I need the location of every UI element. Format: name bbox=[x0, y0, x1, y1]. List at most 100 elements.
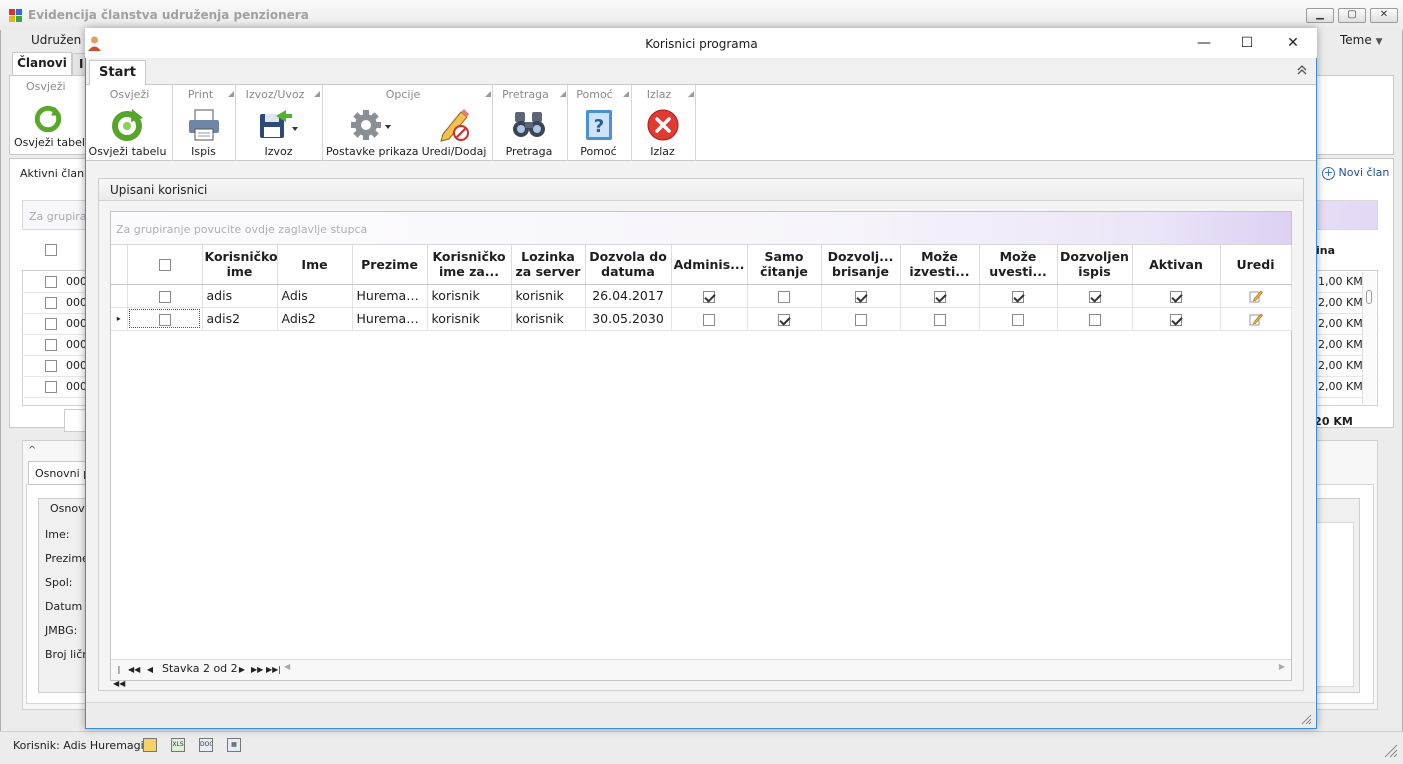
admin-checkbox[interactable] bbox=[703, 290, 715, 303]
row-select-cell[interactable] bbox=[127, 307, 203, 331]
read-only-checkbox[interactable] bbox=[778, 290, 790, 303]
dialog-minimize-button[interactable]: — bbox=[1181, 30, 1227, 56]
cell-samo-citanje[interactable] bbox=[747, 284, 822, 308]
cell-server-pass[interactable]: korisnik bbox=[511, 307, 586, 331]
cell-uvesti[interactable] bbox=[979, 284, 1058, 308]
cell-dozvola[interactable]: 30.05.2030 bbox=[585, 307, 672, 331]
row-checkbox[interactable] bbox=[45, 276, 57, 288]
delete-allowed-checkbox[interactable] bbox=[854, 290, 867, 303]
col-header-prezime[interactable]: Prezime bbox=[352, 245, 428, 285]
row-checkbox[interactable] bbox=[45, 381, 57, 393]
cell-izvesti[interactable] bbox=[900, 284, 980, 308]
cell-username[interactable]: adis2 bbox=[202, 307, 278, 331]
select-all-header[interactable] bbox=[127, 245, 203, 285]
cell-izvesti[interactable] bbox=[900, 307, 980, 331]
cell-ispis[interactable] bbox=[1057, 284, 1133, 308]
cell-prezime[interactable]: Huremagic bbox=[352, 284, 428, 308]
printer-icon[interactable] bbox=[187, 108, 221, 142]
resize-grip-icon[interactable] bbox=[1299, 712, 1312, 725]
refresh-button-label[interactable]: Osvježi tabelu bbox=[14, 136, 92, 149]
edit-add-icon[interactable] bbox=[437, 108, 471, 142]
nav-last-button[interactable]: ▶▶| bbox=[265, 662, 281, 676]
col-header-korisnicko-ime[interactable]: Korisničko ime bbox=[202, 245, 278, 285]
cell-prezime[interactable]: Huremagic bbox=[352, 307, 428, 331]
dialog-launcher-icon[interactable] bbox=[228, 91, 234, 97]
cell-ime[interactable]: Adis bbox=[277, 284, 353, 308]
col-header-izvesti[interactable]: Može izvesti... bbox=[900, 245, 980, 285]
row-checkbox[interactable] bbox=[158, 290, 171, 303]
refresh-table-button[interactable]: Osvježi tabelu bbox=[86, 145, 169, 158]
read-only-checkbox[interactable] bbox=[778, 313, 790, 326]
bg-select-all-checkbox[interactable] bbox=[45, 244, 57, 256]
dialog-maximize-button[interactable]: ☐ bbox=[1224, 30, 1270, 56]
cell-username[interactable]: adis bbox=[202, 284, 278, 308]
col-header-server-user[interactable]: Korisničko ime za... bbox=[427, 245, 512, 285]
search-button[interactable]: Pretraga bbox=[493, 145, 565, 158]
col-header-uredi[interactable]: Uredi bbox=[1220, 245, 1292, 285]
gear-icon[interactable] bbox=[349, 108, 393, 142]
cell-server-pass[interactable]: korisnik bbox=[511, 284, 586, 308]
help-icon[interactable]: ? bbox=[582, 108, 616, 142]
cell-server-user[interactable]: korisnik bbox=[427, 307, 512, 331]
col-header-ime[interactable]: Ime bbox=[277, 245, 353, 285]
refresh-icon[interactable] bbox=[110, 108, 144, 142]
cell-uredi[interactable] bbox=[1220, 307, 1292, 331]
cell-ispis[interactable] bbox=[1057, 307, 1133, 331]
dialog-close-button[interactable]: ✕ bbox=[1270, 30, 1316, 56]
cell-ime[interactable]: Adis2 bbox=[277, 307, 353, 331]
row-checkbox[interactable] bbox=[45, 360, 57, 372]
exit-icon[interactable] bbox=[646, 108, 680, 142]
exit-button[interactable]: Izlaz bbox=[632, 145, 693, 158]
cell-uvesti[interactable] bbox=[979, 307, 1058, 331]
word-icon[interactable]: DOC bbox=[199, 738, 213, 752]
tab-osnovni-podaci[interactable]: Osnovni p bbox=[28, 461, 86, 485]
col-header-uvesti[interactable]: Može uvesti... bbox=[979, 245, 1058, 285]
main-maximize-button[interactable]: ▢ bbox=[1338, 8, 1366, 23]
import-allowed-checkbox[interactable] bbox=[1012, 313, 1024, 326]
print-allowed-checkbox[interactable] bbox=[1088, 313, 1101, 326]
row-checkbox[interactable] bbox=[45, 339, 57, 351]
print-button[interactable]: Ispis bbox=[173, 145, 234, 158]
table-row[interactable]: adis Adis Huremagic korisnik korisnik 26… bbox=[111, 284, 1292, 308]
export-button[interactable]: Izvoz bbox=[236, 145, 321, 158]
table-row[interactable]: ▸ adis2 Adis2 Huremagic korisnik korisni… bbox=[111, 307, 1292, 331]
cell-brisanje[interactable] bbox=[821, 284, 901, 308]
export-allowed-checkbox[interactable] bbox=[933, 313, 946, 326]
collapse-ribbon-icon[interactable] bbox=[1296, 64, 1308, 76]
cell-dozvola[interactable]: 26.04.2017 bbox=[585, 284, 672, 308]
members-vertical-scrollbar[interactable] bbox=[1362, 272, 1376, 404]
dialog-launcher-icon[interactable] bbox=[560, 91, 566, 97]
export-allowed-checkbox[interactable] bbox=[933, 290, 946, 303]
select-all-checkbox[interactable] bbox=[158, 259, 171, 272]
row-checkbox[interactable] bbox=[45, 318, 57, 330]
cell-admin[interactable] bbox=[671, 284, 748, 308]
chevron-up-icon[interactable]: ^ bbox=[28, 445, 36, 456]
col-header-aktivan[interactable]: Aktivan bbox=[1132, 245, 1221, 285]
help-button[interactable]: Pomoć bbox=[568, 145, 629, 158]
col-header-samo-citanje[interactable]: Samo čitanje bbox=[747, 245, 822, 285]
nav-prev-button[interactable]: ◀ bbox=[143, 662, 157, 676]
nav-prev-page-button[interactable]: ◀◀ bbox=[127, 662, 141, 676]
import-allowed-checkbox[interactable] bbox=[1012, 290, 1024, 303]
dialog-launcher-icon[interactable] bbox=[688, 91, 694, 97]
print-allowed-checkbox[interactable] bbox=[1088, 290, 1101, 303]
folder-icon[interactable] bbox=[143, 738, 157, 752]
main-close-button[interactable]: ✕ bbox=[1370, 8, 1398, 23]
grid-horizontal-scrollbar[interactable]: ◀ ▶ bbox=[282, 662, 1287, 676]
cell-samo-citanje[interactable] bbox=[747, 307, 822, 331]
edit-add-button[interactable]: Uredi/Dodaj bbox=[420, 145, 488, 158]
excel-icon[interactable]: XLS bbox=[171, 738, 185, 752]
save-export-icon[interactable] bbox=[258, 108, 300, 142]
row-checkbox[interactable] bbox=[45, 297, 57, 309]
display-settings-button[interactable]: Postavke prikaza bbox=[326, 145, 419, 158]
col-header-server-pass[interactable]: Lozinka za server bbox=[511, 245, 586, 285]
cell-admin[interactable] bbox=[671, 307, 748, 331]
dialog-launcher-icon[interactable] bbox=[623, 91, 629, 97]
main-minimize-button[interactable]: ▁ bbox=[1306, 8, 1334, 23]
active-checkbox[interactable] bbox=[1170, 290, 1182, 303]
nav-first-button[interactable]: |◀◀ bbox=[112, 662, 126, 688]
col-header-brisanje[interactable]: Dozvolj... brisanje bbox=[821, 245, 901, 285]
notes-field[interactable] bbox=[1314, 522, 1354, 687]
cell-aktivan[interactable] bbox=[1132, 284, 1221, 308]
tab-clanovi[interactable]: Članovi bbox=[12, 52, 72, 75]
